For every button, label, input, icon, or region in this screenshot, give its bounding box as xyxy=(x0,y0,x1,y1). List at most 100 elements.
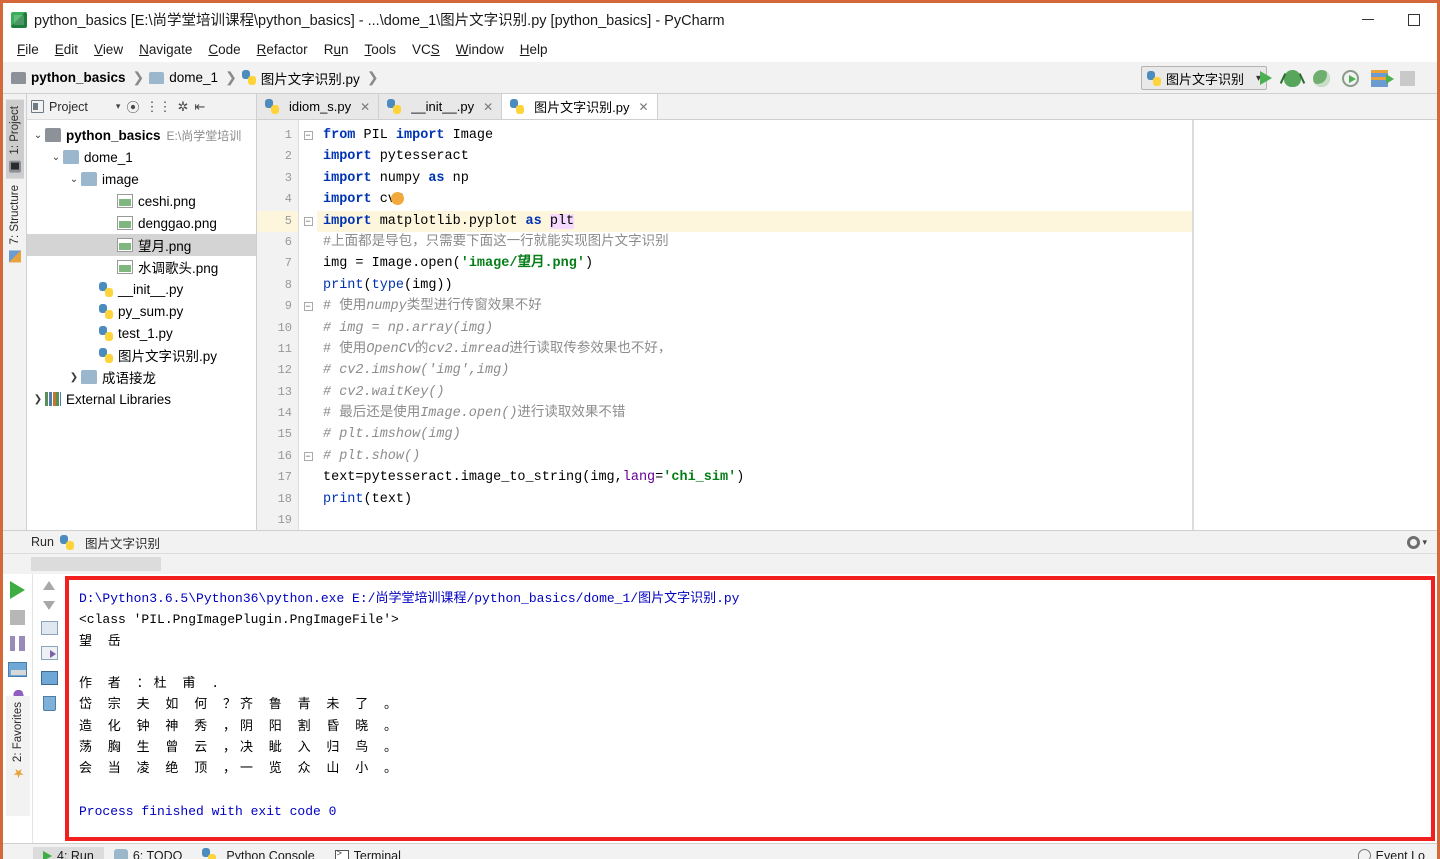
stop-icon[interactable] xyxy=(10,610,25,625)
coverage-icon[interactable] xyxy=(1313,69,1330,87)
tree-item[interactable]: test_1.py xyxy=(27,322,256,344)
menu-edit[interactable]: Edit xyxy=(47,40,86,59)
tree-item[interactable]: denggao.png xyxy=(27,212,256,234)
favorites-tab[interactable]: ★ 2: Favorites xyxy=(9,696,27,784)
code-line[interactable]: # plt.show() xyxy=(317,446,1192,467)
stop-icon[interactable] xyxy=(1400,70,1415,86)
chevron-down-icon[interactable]: ⌄ xyxy=(31,130,45,141)
breadcrumb-item-2[interactable]: 图片文字识别.py xyxy=(241,68,360,88)
code-line[interactable]: print(type(img)) xyxy=(317,275,1192,296)
tree-item[interactable]: 图片文字识别.py xyxy=(27,344,256,366)
tree-item[interactable]: __init__.py xyxy=(27,278,256,300)
rerun-icon[interactable] xyxy=(10,581,25,599)
menu-code[interactable]: Code xyxy=(200,40,248,59)
code-line[interactable]: # cv2.waitKey() xyxy=(317,382,1192,403)
code-line[interactable]: # img = np.array(img) xyxy=(317,318,1192,339)
profile-icon[interactable] xyxy=(1342,69,1359,87)
close-icon[interactable]: ✕ xyxy=(483,100,493,114)
close-icon[interactable]: ✕ xyxy=(360,100,370,114)
project-panel-title-group[interactable]: Project xyxy=(31,100,88,114)
run-tab[interactable] xyxy=(31,557,161,571)
run-settings-button[interactable]: ▾ xyxy=(1407,535,1427,549)
print-icon[interactable] xyxy=(40,671,58,685)
bottom-tab-terminal[interactable]: Terminal xyxy=(325,847,411,859)
sidebar-item-project[interactable]: 1: Project xyxy=(5,100,24,179)
code-line[interactable]: import numpy as np xyxy=(317,168,1192,189)
sidebar-item-structure[interactable]: 7: Structure xyxy=(6,179,24,268)
run-configuration-selector[interactable]: 图片文字识别 ▾ xyxy=(1141,66,1267,90)
bottom-tab-python-console[interactable]: Python Console xyxy=(192,846,324,859)
scroll-to-end-icon[interactable] xyxy=(40,646,58,660)
code-line[interactable]: print(text) xyxy=(317,489,1192,510)
menu-window[interactable]: Window xyxy=(448,40,512,59)
tree-item[interactable]: 望月.png xyxy=(27,234,256,256)
code-line[interactable]: # cv2.imshow('img',img) xyxy=(317,360,1192,381)
code-line[interactable]: # 使用numpy类型进行传窗效果不好 xyxy=(317,296,1192,317)
fold-toggle-icon[interactable]: − xyxy=(299,446,317,467)
breadcrumb-item-1[interactable]: dome_1 xyxy=(149,70,218,85)
code-line[interactable]: import cv2 xyxy=(317,189,1192,210)
fold-toggle-icon[interactable]: − xyxy=(299,296,317,317)
menu-navigate[interactable]: Navigate xyxy=(131,40,200,59)
minimize-button[interactable] xyxy=(1345,3,1391,36)
tree-item[interactable]: ❯ 成语接龙 xyxy=(27,366,256,388)
chevron-down-icon[interactable]: ▾ xyxy=(116,101,121,112)
soft-wrap-icon[interactable] xyxy=(40,621,58,635)
code-folding-column[interactable]: − − − − xyxy=(299,120,317,530)
console-icon[interactable] xyxy=(8,662,27,677)
tree-item[interactable]: ceshi.png xyxy=(27,190,256,212)
maximize-button[interactable] xyxy=(1391,3,1437,36)
code-line[interactable]: import matplotlib.pyplot as plt xyxy=(317,210,1192,232)
collapse-all-icon[interactable]: ⋮⋮ xyxy=(145,99,171,115)
code-content[interactable]: from PIL import Image import pytesseract i… xyxy=(317,120,1192,530)
sidebar-item-favorites[interactable]: ★ 2: Favorites xyxy=(6,696,30,816)
code-line[interactable]: img = Image.open('image/望月.png') xyxy=(317,253,1192,274)
event-log-button[interactable]: Event Lo xyxy=(1357,849,1425,859)
editor-tab[interactable]: 图片文字识别.py ✕ xyxy=(502,94,658,119)
menu-view[interactable]: View xyxy=(86,40,131,59)
bottom-tab-todo[interactable]: 6: TODO xyxy=(104,847,193,859)
fold-toggle-icon[interactable]: − xyxy=(299,211,317,232)
debug-icon[interactable] xyxy=(1284,69,1301,87)
console-output-panel[interactable]: D:\Python3.6.5\Python36\python.exe E:/尚学… xyxy=(65,576,1435,841)
up-stack-icon[interactable] xyxy=(43,581,55,590)
menu-tools[interactable]: Tools xyxy=(356,40,404,59)
code-line[interactable]: text=pytesseract.image_to_string(img,lan… xyxy=(317,467,1192,488)
editor-tab[interactable]: __init__.py ✕ xyxy=(379,94,503,119)
down-stack-icon[interactable] xyxy=(43,601,55,610)
menu-help[interactable]: Help xyxy=(512,40,556,59)
code-line[interactable] xyxy=(317,510,1192,530)
gear-icon[interactable]: ✲ xyxy=(177,99,188,115)
target-icon[interactable]: ⦿ xyxy=(126,97,139,116)
attach-process-icon[interactable] xyxy=(1371,69,1394,87)
menu-file[interactable]: File xyxy=(9,40,47,59)
tree-item[interactable]: 水调歌头.png xyxy=(27,256,256,278)
code-editor[interactable]: 1 2 3 4 5 6 7 8 9 10 11 12 13 14 15 16 17 18 19 − − − − from … xyxy=(257,120,1437,530)
menu-refactor[interactable]: Refactor xyxy=(249,40,316,59)
chevron-right-icon[interactable]: ❯ xyxy=(31,394,45,405)
run-icon[interactable] xyxy=(1260,71,1272,85)
code-line[interactable]: # 最后还是使用Image.open()进行读取效果不错 xyxy=(317,403,1192,424)
code-line[interactable]: import pytesseract xyxy=(317,146,1192,167)
code-line[interactable]: # plt.imshow(img) xyxy=(317,424,1192,445)
code-line[interactable]: # 使用OpenCV的cv2.imread进行读取传参效果也不好， xyxy=(317,339,1192,360)
hide-icon[interactable]: ⇤ xyxy=(194,99,205,115)
bottom-tab-run[interactable]: 4: Run xyxy=(33,846,104,859)
code-line[interactable]: #上面都是导包，只需要下面这一行就能实现图片文字识别 xyxy=(317,232,1192,253)
breadcrumb-item-0[interactable]: python_basics xyxy=(11,70,126,85)
pause-output-icon[interactable] xyxy=(10,636,25,651)
clear-all-icon[interactable] xyxy=(42,696,56,711)
chevron-down-icon[interactable]: ⌄ xyxy=(49,152,63,163)
code-line[interactable]: from PIL import Image xyxy=(317,125,1192,146)
tree-item[interactable]: ❯ External Libraries xyxy=(27,388,256,410)
chevron-down-icon[interactable]: ⌄ xyxy=(67,174,81,185)
tree-item[interactable]: ⌄ dome_1 xyxy=(27,146,256,168)
menu-vcs[interactable]: VCS xyxy=(404,40,448,59)
tree-item[interactable]: ⌄ image xyxy=(27,168,256,190)
chevron-right-icon[interactable]: ❯ xyxy=(67,372,81,383)
fold-toggle-icon[interactable]: − xyxy=(299,125,317,146)
close-icon[interactable]: ✕ xyxy=(639,100,649,114)
editor-tab[interactable]: idiom_s.py ✕ xyxy=(257,94,380,119)
menu-run[interactable]: Run xyxy=(316,40,357,59)
tree-item[interactable]: ⌄ python_basics E:\尚学堂培训 xyxy=(27,124,256,146)
